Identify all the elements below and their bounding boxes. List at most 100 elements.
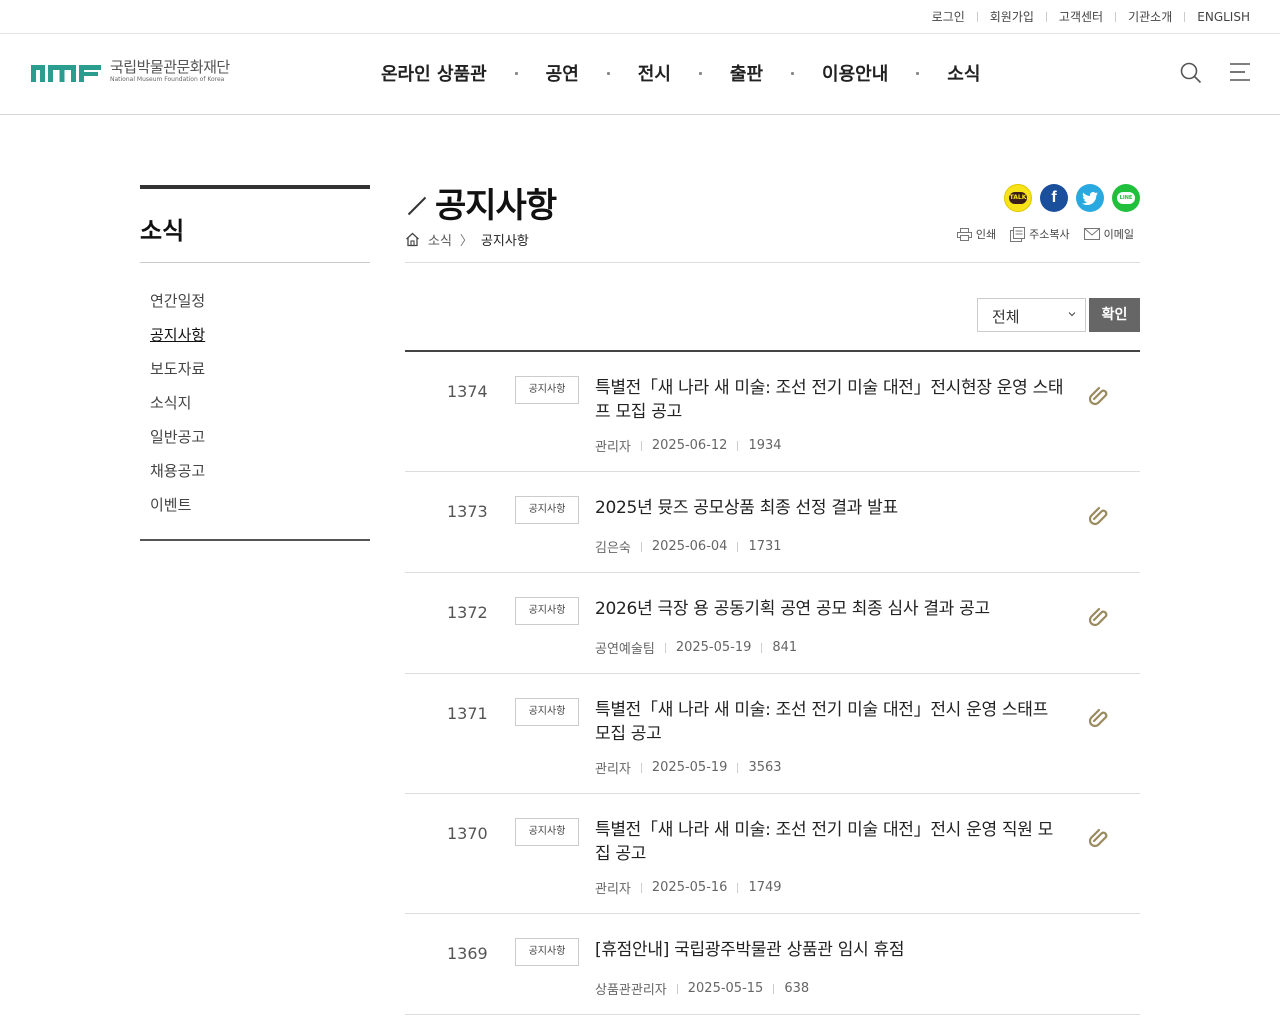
nav-online-shop[interactable]: 온라인 상품관 bbox=[381, 60, 487, 86]
attachment-icon[interactable] bbox=[1089, 605, 1111, 627]
page-header: 공지사항 소식 〉 공지사항 TALK f LINE 인쇄 주소복사 이메일 bbox=[405, 178, 1140, 263]
copy-icon bbox=[1010, 226, 1026, 242]
divider bbox=[1184, 11, 1186, 22]
page-tools: 인쇄 주소복사 이메일 bbox=[956, 226, 1134, 242]
home-icon[interactable] bbox=[405, 232, 420, 247]
page-title-wrap: 공지사항 bbox=[405, 178, 557, 227]
english-link[interactable]: ENGLISH bbox=[1197, 10, 1250, 24]
post-row[interactable]: 1369 공지사항 [휴점안내] 국립광주박물관 상품관 임시 휴점 상품관관리… bbox=[405, 914, 1140, 1015]
post-date: 2025-05-16 bbox=[651, 880, 728, 895]
attachment-icon[interactable] bbox=[1089, 706, 1111, 728]
sidebar-title: 소식 bbox=[140, 217, 185, 245]
nav-publishing[interactable]: 출판 bbox=[730, 60, 763, 86]
nav-divider bbox=[514, 71, 518, 75]
divider bbox=[761, 642, 763, 653]
post-number: 1370 bbox=[447, 824, 488, 843]
signup-link[interactable]: 회원가입 bbox=[990, 8, 1034, 25]
sidebar-item-general-notice[interactable]: 일반공고 bbox=[150, 423, 360, 457]
sidebar-item-notice[interactable]: 공지사항 bbox=[150, 321, 360, 355]
nav-performance[interactable]: 공연 bbox=[546, 60, 579, 86]
copy-url-button[interactable]: 주소복사 bbox=[1010, 226, 1070, 242]
post-number: 1369 bbox=[447, 944, 488, 963]
post-title[interactable]: 2025년 뮷즈 공모상품 최종 선정 결과 발표 bbox=[595, 496, 1065, 520]
post-views: 1934 bbox=[748, 438, 782, 453]
customer-center-link[interactable]: 고객센터 bbox=[1059, 8, 1103, 25]
kakaotalk-icon[interactable]: TALK bbox=[1004, 184, 1032, 212]
post-category-badge: 공지사항 bbox=[515, 597, 579, 625]
post-number: 1372 bbox=[447, 603, 488, 622]
breadcrumb-news[interactable]: 소식 bbox=[428, 230, 452, 249]
post-category-badge: 공지사항 bbox=[515, 938, 579, 966]
divider bbox=[640, 762, 642, 773]
site-header: 국립박물관문화재단 National Museum Foundation of … bbox=[0, 34, 1280, 115]
mail-icon bbox=[1083, 228, 1100, 240]
post-views: 3563 bbox=[748, 760, 782, 775]
sidebar-item-press[interactable]: 보도자료 bbox=[150, 355, 360, 389]
post-title[interactable]: 특별전「새 나라 새 미술: 조선 전기 미술 대전」전시 운영 스태프 모집 … bbox=[595, 698, 1065, 746]
chevron-right-icon: 〉 bbox=[459, 234, 473, 249]
menu-icon[interactable] bbox=[1229, 62, 1251, 82]
divider bbox=[976, 11, 978, 22]
post-row[interactable]: 1372 공지사항 2026년 극장 용 공동기획 공연 공모 최종 심사 결과… bbox=[405, 573, 1140, 674]
post-author: 관리자 bbox=[595, 440, 631, 455]
post-author: 상품관관리자 bbox=[595, 983, 667, 998]
post-row[interactable]: 1374 공지사항 특별전「새 나라 새 미술: 조선 전기 미술 대전」전시현… bbox=[405, 352, 1140, 472]
post-views: 638 bbox=[784, 981, 810, 996]
utility-links: 로그인 회원가입 고객센터 기관소개 ENGLISH bbox=[932, 8, 1250, 25]
nav-exhibition[interactable]: 전시 bbox=[638, 60, 671, 86]
print-button[interactable]: 인쇄 bbox=[956, 226, 996, 242]
post-title[interactable]: 특별전「새 나라 새 미술: 조선 전기 미술 대전」전시 운영 직원 모집 공… bbox=[595, 818, 1065, 866]
sidebar-header: 소식 bbox=[140, 185, 370, 263]
divider bbox=[773, 983, 775, 994]
post-date: 2025-05-19 bbox=[651, 760, 728, 775]
facebook-icon[interactable]: f bbox=[1040, 184, 1068, 212]
post-meta: 김은숙 2025-06-04 1731 bbox=[595, 537, 782, 556]
post-date: 2025-05-19 bbox=[675, 640, 752, 655]
search-icon[interactable] bbox=[1180, 62, 1202, 84]
post-meta: 관리자 2025-05-16 1749 bbox=[595, 878, 782, 897]
nav-news[interactable]: 소식 bbox=[947, 60, 980, 86]
sidebar-item-recruitment[interactable]: 채용공고 bbox=[150, 457, 360, 491]
post-number: 1371 bbox=[447, 704, 488, 723]
post-author: 관리자 bbox=[595, 762, 631, 777]
site-logo[interactable]: 국립박물관문화재단 National Museum Foundation of … bbox=[30, 60, 230, 83]
post-author: 김은숙 bbox=[595, 541, 631, 556]
logo-korean: 국립박물관문화재단 bbox=[110, 58, 230, 76]
attachment-icon[interactable] bbox=[1089, 504, 1111, 526]
post-list: 1374 공지사항 특별전「새 나라 새 미술: 조선 전기 미술 대전」전시현… bbox=[405, 352, 1140, 1015]
confirm-button[interactable]: 확인 bbox=[1089, 298, 1140, 332]
sidebar-item-annual-schedule[interactable]: 연간일정 bbox=[150, 287, 360, 321]
post-author: 공연예술팀 bbox=[595, 642, 655, 657]
sidebar-item-newsletter[interactable]: 소식지 bbox=[150, 389, 360, 423]
post-date: 2025-06-12 bbox=[651, 438, 728, 453]
post-row[interactable]: 1370 공지사항 특별전「새 나라 새 미술: 조선 전기 미술 대전」전시 … bbox=[405, 794, 1140, 914]
line-icon[interactable]: LINE bbox=[1112, 184, 1140, 212]
divider bbox=[737, 440, 739, 451]
post-category-badge: 공지사항 bbox=[515, 818, 579, 846]
post-title[interactable]: 2026년 극장 용 공동기획 공연 공모 최종 심사 결과 공고 bbox=[595, 597, 1065, 621]
about-link[interactable]: 기관소개 bbox=[1128, 8, 1172, 25]
twitter-icon[interactable] bbox=[1076, 184, 1104, 212]
email-button[interactable]: 이메일 bbox=[1083, 226, 1134, 242]
printer-icon bbox=[956, 227, 972, 241]
title-slash bbox=[407, 196, 427, 215]
breadcrumb: 소식 〉 공지사항 bbox=[405, 230, 529, 249]
post-meta: 상품관관리자 2025-05-15 638 bbox=[595, 979, 809, 998]
attachment-icon[interactable] bbox=[1089, 384, 1111, 406]
attachment-icon[interactable] bbox=[1089, 826, 1111, 848]
global-nav: 온라인 상품관 공연 전시 출판 이용안내 소식 bbox=[381, 60, 980, 86]
divider bbox=[640, 541, 642, 552]
post-title[interactable]: 특별전「새 나라 새 미술: 조선 전기 미술 대전」전시현장 운영 스태프 모… bbox=[595, 376, 1065, 424]
login-link[interactable]: 로그인 bbox=[932, 8, 965, 25]
divider bbox=[737, 762, 739, 773]
sidebar-item-event[interactable]: 이벤트 bbox=[150, 491, 360, 525]
category-select[interactable]: 전체 bbox=[977, 298, 1086, 332]
logo-text: 국립박물관문화재단 National Museum Foundation of … bbox=[110, 60, 230, 83]
post-title[interactable]: [휴점안내] 국립광주박물관 상품관 임시 휴점 bbox=[595, 938, 1065, 962]
nav-divider bbox=[606, 71, 610, 75]
post-row[interactable]: 1373 공지사항 2025년 뮷즈 공모상품 최종 선정 결과 발표 김은숙 … bbox=[405, 472, 1140, 573]
utility-bar: 로그인 회원가입 고객센터 기관소개 ENGLISH bbox=[0, 0, 1280, 34]
post-row[interactable]: 1371 공지사항 특별전「새 나라 새 미술: 조선 전기 미술 대전」전시 … bbox=[405, 674, 1140, 794]
nav-guide[interactable]: 이용안내 bbox=[822, 60, 888, 86]
divider bbox=[676, 983, 678, 994]
